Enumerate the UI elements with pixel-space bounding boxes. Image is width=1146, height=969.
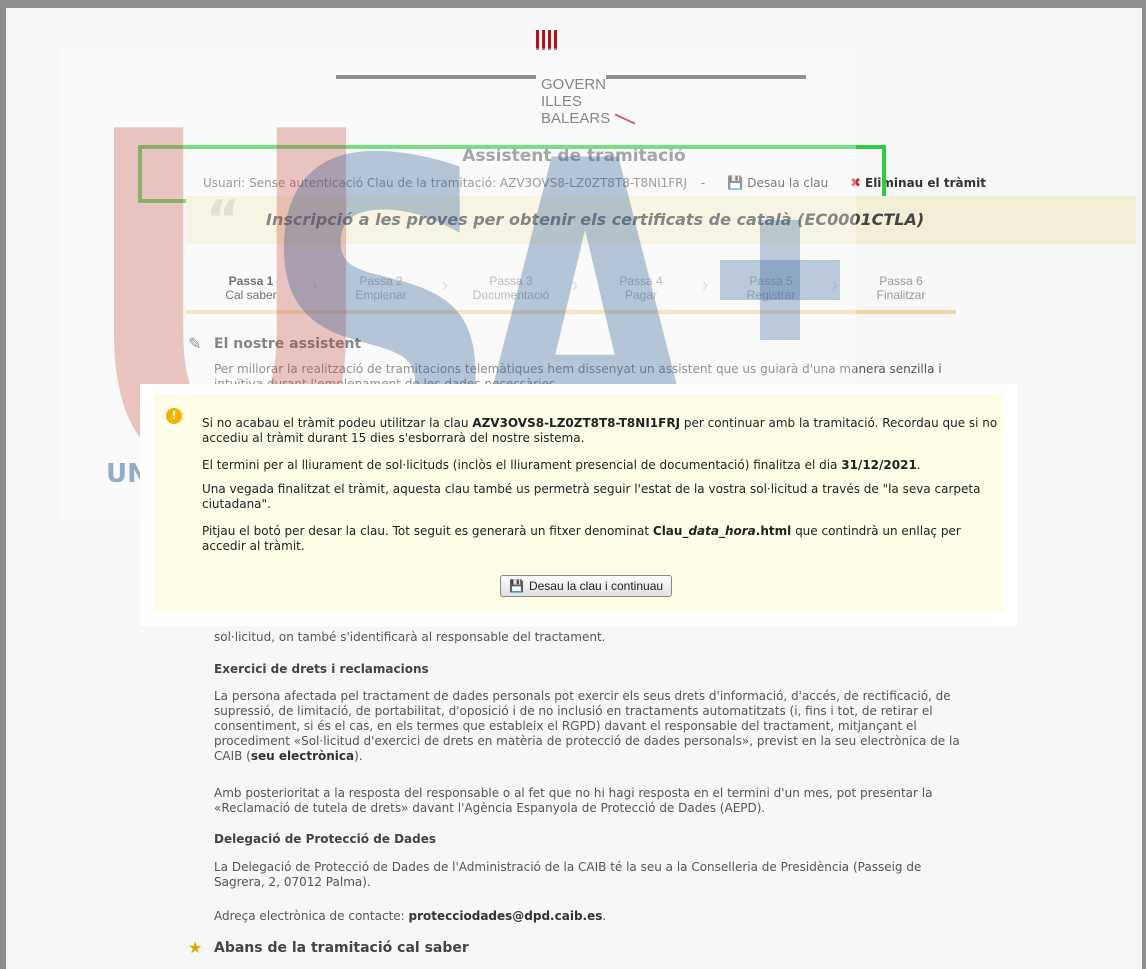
- contact-line: Adreça electrònica de contacte: protecci…: [214, 909, 607, 923]
- dialog-paragraph-2: El termini per al lliurament de sol·lici…: [202, 458, 921, 472]
- step-tab-5[interactable]: Passa 5 Registrar ›: [706, 270, 838, 312]
- step-tab-2[interactable]: Passa 2 Emplenar ›: [316, 270, 448, 312]
- tramit-key: AZV3OVS8-LZ0ZT8T8-T8NI1FRJ: [472, 416, 681, 430]
- rights-paragraph: La persona afectada pel tractament de da…: [214, 689, 960, 763]
- seu-electronica-link[interactable]: seu electrònica: [251, 749, 354, 763]
- logo-bars: [536, 30, 557, 50]
- wand-icon: ✎: [188, 334, 202, 353]
- procedure-title: Inscripció a les proves per obtenir els …: [266, 210, 925, 229]
- dpo-heading: Delegació de Protecció de Dades: [214, 832, 437, 846]
- step-tab-3[interactable]: Passa 3 Documentació ›: [446, 270, 578, 312]
- steps-progress-line: [186, 310, 956, 314]
- quote-icon: “: [206, 190, 241, 250]
- step-tab-6[interactable]: Passa 6 Finalitzar: [836, 270, 966, 312]
- deadline-date: 31/12/2021: [841, 458, 917, 472]
- rights-heading: Exercici de drets i reclamacions: [214, 662, 429, 676]
- save-key-continue-button[interactable]: 💾 Desau la clau i continuau: [500, 575, 673, 597]
- dialog-paragraph-4: Pitjau el botó per desar la clau. Tot se…: [202, 524, 961, 553]
- govern-logo: GOVERN ILLES BALEARS: [336, 30, 806, 150]
- save-key-dialog: ! Si no acabau el tràmit podeu utilitzar…: [140, 384, 1017, 626]
- rights-paragraph-2: Amb posterioritat a la resposta del resp…: [214, 786, 933, 815]
- dpo-paragraph: La Delegació de Protecció de Dades de l'…: [214, 860, 922, 889]
- highlight-box: [138, 145, 886, 203]
- contact-email-link[interactable]: protecciodades@dpd.caib.es: [409, 909, 603, 923]
- steps-bar: Passa 1 Cal saber › Passa 2 Emplenar › Passa 3…: [186, 270, 1136, 314]
- filename: Clau_data_hora.html: [652, 524, 792, 538]
- logo-text: GOVERN ILLES BALEARS: [541, 76, 636, 127]
- before-heading: Abans de la tramitació cal saber: [214, 940, 469, 956]
- step-tab-1[interactable]: Passa 1 Cal saber ›: [186, 270, 318, 312]
- assistant-heading: El nostre assistent: [214, 336, 362, 352]
- background-text: sol·licitud, on també s'identificarà al …: [214, 630, 606, 644]
- dialog-body: ! Si no acabau el tràmit podeu utilitzar…: [154, 394, 1004, 612]
- floppy-icon: 💾: [509, 579, 524, 593]
- warning-icon: !: [166, 408, 182, 424]
- procedure-banner: “ Inscripció a les proves per obtenir el…: [186, 190, 1136, 250]
- step-tab-4[interactable]: Passa 4 Pagar ›: [576, 270, 708, 312]
- star-icon: ★: [188, 938, 203, 957]
- dialog-paragraph-1: Si no acabau el tràmit podeu utilitzar l…: [202, 416, 998, 445]
- dialog-paragraph-3: Una vegada finalitzat el tràmit, aquesta…: [202, 482, 981, 511]
